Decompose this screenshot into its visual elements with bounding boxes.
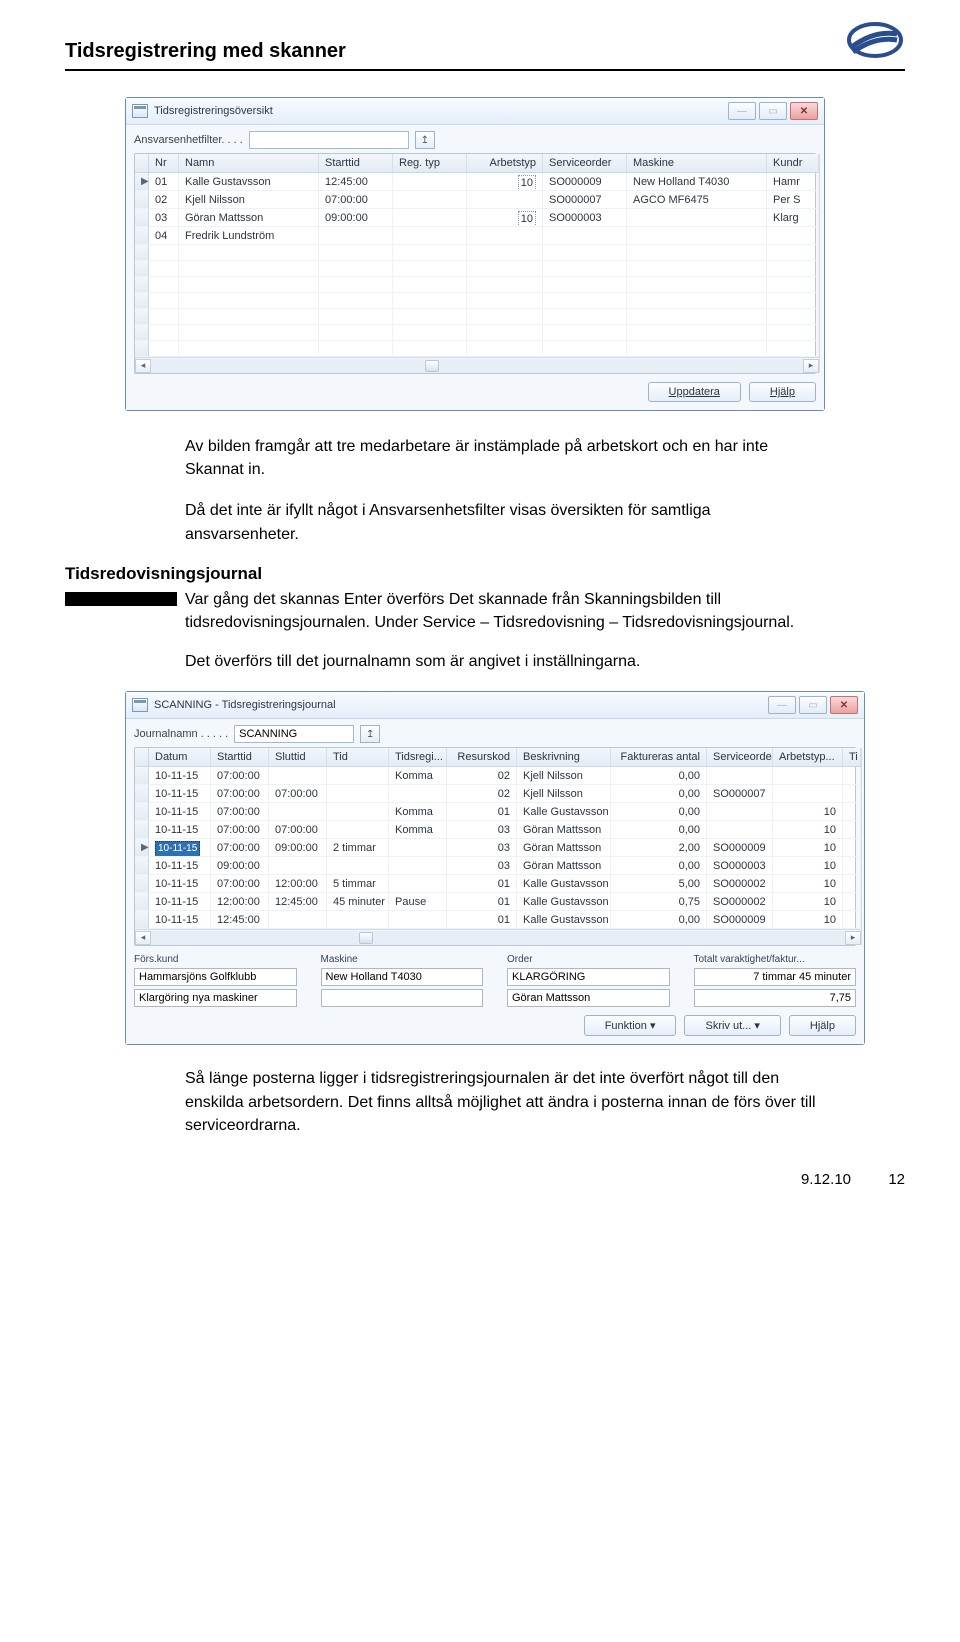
table-row[interactable]: 10-11-1507:00:0007:00:00Komma03Göran Mat… (135, 821, 861, 839)
chevron-down-icon: ▾ (754, 1020, 760, 1032)
body-text-3: Så länge posterna ligger i tidsregistrer… (185, 1067, 825, 1137)
table-row[interactable] (135, 277, 819, 293)
section-marker (65, 592, 177, 606)
fors-label: Förs.kund (134, 954, 297, 965)
page-footer: 9.12.10 12 (65, 1171, 905, 1188)
table-row[interactable] (135, 245, 819, 261)
table-row[interactable] (135, 293, 819, 309)
window-titlebar[interactable]: SCANNING - Tidsregistreringsjournal — ▭ … (126, 692, 864, 719)
fors-field-1[interactable] (134, 968, 297, 986)
mask-field-1[interactable] (321, 968, 484, 986)
table-row[interactable]: 02Kjell Nilsson07:00:00SO000007AGCO MF64… (135, 191, 819, 209)
scroll-right-button[interactable]: ▸ (845, 931, 861, 945)
h-scrollbar[interactable]: ◂ ▸ (135, 357, 819, 373)
section-text-2: Det överförs till det journalnamn som är… (185, 650, 825, 673)
scroll-right-button[interactable]: ▸ (803, 359, 819, 373)
help-button[interactable]: Hjälp (789, 1015, 856, 1036)
window-icon (132, 104, 148, 118)
brand-logo (845, 20, 905, 60)
window-title: Tidsregistreringsöversikt (154, 105, 728, 117)
table-row[interactable]: ▶01Kalle Gustavsson12:45:0010SO000009New… (135, 173, 819, 191)
section-text-1: Var gång det skannas Enter överförs Det … (185, 588, 825, 634)
table-row[interactable]: 03Göran Mattsson09:00:0010SO000003Klarg (135, 209, 819, 227)
help-button[interactable]: Hjälp (749, 382, 816, 402)
page-title: Tidsregistrering med skanner (65, 40, 905, 63)
table-journal[interactable]: Datum Starttid Sluttid Tid Tidsregi... R… (134, 747, 856, 946)
table-row[interactable]: 10-11-1507:00:0012:00:005 timmar01Kalle … (135, 875, 861, 893)
function-button[interactable]: Funktion ▾ (584, 1015, 677, 1036)
print-button[interactable]: Skriv ut... ▾ (684, 1015, 780, 1036)
mask-field-2[interactable] (321, 989, 484, 1007)
tot-field-1[interactable] (694, 968, 857, 986)
table-header: Nr Namn Starttid Reg. typ Arbetstyp Serv… (135, 154, 819, 173)
window-title: SCANNING - Tidsregistreringsjournal (154, 699, 768, 711)
close-button[interactable]: ✕ (790, 102, 818, 120)
table-row[interactable]: 10-11-1507:00:0007:00:0002Kjell Nilsson0… (135, 785, 861, 803)
minimize-button[interactable]: — (768, 696, 796, 714)
maximize-button[interactable]: ▭ (759, 102, 787, 120)
window-tidsregistreringsjournal: SCANNING - Tidsregistreringsjournal — ▭ … (125, 691, 865, 1045)
mask-label: Maskine (321, 954, 484, 965)
journal-input[interactable] (234, 725, 354, 743)
order-field-2[interactable] (507, 989, 670, 1007)
table-row[interactable] (135, 341, 819, 357)
table-oversikt[interactable]: Nr Namn Starttid Reg. typ Arbetstyp Serv… (134, 153, 816, 374)
summary-area: Förs.kund Maskine Order Totalt varaktigh… (134, 954, 856, 1007)
window-titlebar[interactable]: Tidsregistreringsöversikt — ▭ ✕ (126, 98, 824, 125)
minimize-button[interactable]: — (728, 102, 756, 120)
update-button[interactable]: Uppdatera (648, 382, 741, 402)
h-scrollbar[interactable]: ◂ ▸ (135, 929, 861, 945)
body-text-2: Då det inte är ifyllt något i Ansvarsenh… (185, 499, 825, 545)
v-scrollbar[interactable] (819, 154, 820, 373)
table-row[interactable]: ▶10-11-1507:00:0009:00:002 timmar03Göran… (135, 839, 861, 857)
tot-field-2[interactable] (694, 989, 857, 1007)
order-label: Order (507, 954, 670, 965)
filter-label: Ansvarsenhetfilter. . . . (134, 134, 243, 146)
page-number: 12 (875, 1171, 905, 1188)
table-header: Datum Starttid Sluttid Tid Tidsregi... R… (135, 748, 861, 767)
table-row[interactable] (135, 325, 819, 341)
scroll-left-button[interactable]: ◂ (135, 359, 151, 373)
table-row[interactable]: 04Fredrik Lundström (135, 227, 819, 245)
close-button[interactable]: ✕ (830, 696, 858, 714)
v-scrollbar[interactable] (861, 748, 862, 945)
order-field-1[interactable] (507, 968, 670, 986)
window-icon (132, 698, 148, 712)
table-row[interactable] (135, 261, 819, 277)
section-title: Tidsredovisningsjournal (65, 564, 905, 584)
body-text-1: Av bilden framgår att tre medarbetare är… (185, 435, 825, 481)
title-divider (65, 69, 905, 71)
table-row[interactable]: 10-11-1512:45:0001Kalle Gustavsson0,00SO… (135, 911, 861, 929)
chevron-down-icon: ▾ (650, 1020, 656, 1032)
scroll-left-button[interactable]: ◂ (135, 931, 151, 945)
table-row[interactable]: 10-11-1507:00:00Komma02Kjell Nilsson0,00 (135, 767, 861, 785)
journal-lookup-button[interactable]: ↥ (360, 725, 380, 743)
table-row[interactable]: 10-11-1512:00:0012:45:0045 minuterPause0… (135, 893, 861, 911)
table-row[interactable]: 10-11-1509:00:0003Göran Mattsson0,00SO00… (135, 857, 861, 875)
table-row[interactable] (135, 309, 819, 325)
tot-label: Totalt varaktighet/faktur... (694, 954, 857, 965)
filter-lookup-button[interactable]: ↥ (415, 131, 435, 149)
journal-label: Journalnamn . . . . . (134, 728, 228, 740)
maximize-button[interactable]: ▭ (799, 696, 827, 714)
window-tidsregistrering-oversikt: Tidsregistreringsöversikt — ▭ ✕ Ansvarse… (125, 97, 825, 411)
fors-field-2[interactable] (134, 989, 297, 1007)
table-row[interactable]: 10-11-1507:00:00Komma01Kalle Gustavsson0… (135, 803, 861, 821)
filter-input[interactable] (249, 131, 409, 149)
version-text: 9.12.10 (801, 1171, 851, 1188)
